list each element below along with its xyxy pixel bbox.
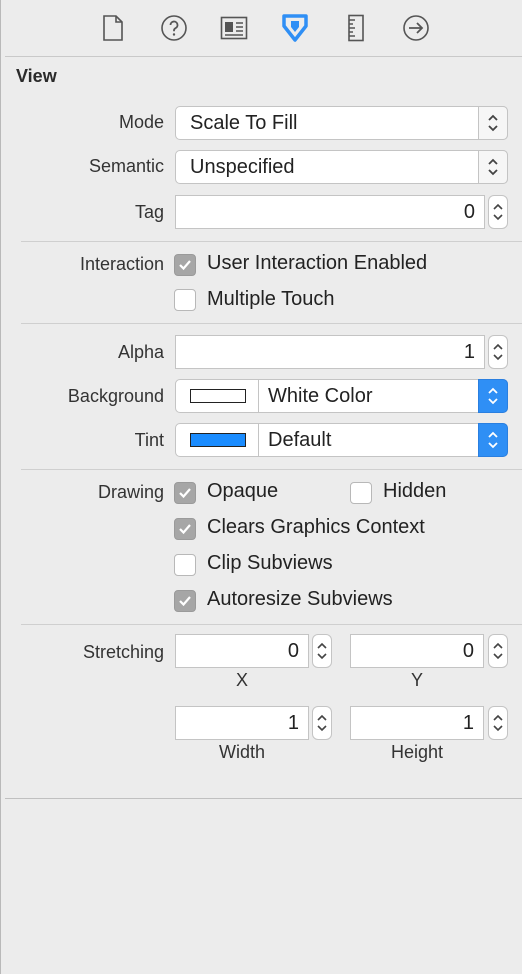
chevron-updown-icon bbox=[478, 106, 508, 140]
stretching-width-label: Width bbox=[218, 742, 265, 762]
user-interaction-checkbox[interactable] bbox=[174, 254, 196, 276]
identity-icon[interactable] bbox=[219, 12, 249, 44]
interaction-label: Interaction bbox=[79, 254, 164, 274]
stretching-height-stepper[interactable] bbox=[488, 706, 508, 740]
mode-value: Scale To Fill bbox=[190, 112, 298, 134]
inspector-panel: View Mode Scale To Fill Semantic Unspeci… bbox=[0, 0, 522, 974]
divider bbox=[5, 798, 522, 799]
connections-icon[interactable] bbox=[401, 12, 431, 44]
stretching-x-field[interactable]: 0 bbox=[175, 634, 309, 668]
clears-graphics-label: Clears Graphics Context bbox=[207, 516, 425, 538]
alpha-stepper[interactable] bbox=[488, 335, 508, 369]
stretching-x-label: X bbox=[235, 670, 248, 690]
opaque-label: Opaque bbox=[207, 480, 279, 502]
semantic-popup[interactable]: Unspecified bbox=[175, 150, 508, 184]
size-icon[interactable] bbox=[341, 12, 371, 44]
chevron-updown-icon bbox=[478, 423, 508, 457]
mode-label: Mode bbox=[118, 112, 164, 132]
multiple-touch-label: Multiple Touch bbox=[207, 288, 335, 310]
clears-graphics-checkbox[interactable] bbox=[174, 518, 196, 540]
stretching-x-stepper[interactable] bbox=[312, 634, 332, 668]
mode-popup[interactable]: Scale To Fill bbox=[175, 106, 508, 140]
background-popup[interactable]: White Color bbox=[175, 379, 508, 413]
semantic-label: Semantic bbox=[88, 156, 164, 176]
divider bbox=[21, 624, 522, 625]
help-icon[interactable] bbox=[159, 12, 189, 44]
tint-value: Default bbox=[268, 429, 332, 451]
semantic-value: Unspecified bbox=[190, 156, 295, 178]
clip-subviews-checkbox[interactable] bbox=[174, 554, 196, 576]
stretching-height-label: Height bbox=[390, 742, 444, 762]
multiple-touch-checkbox[interactable] bbox=[174, 289, 196, 311]
divider bbox=[258, 423, 259, 457]
tint-color-swatch[interactable] bbox=[190, 433, 246, 447]
drawing-label: Drawing bbox=[97, 482, 164, 502]
chevron-updown-icon bbox=[478, 150, 508, 184]
background-label: Background bbox=[67, 386, 164, 406]
stretching-height-field[interactable]: 1 bbox=[350, 706, 484, 740]
alpha-label: Alpha bbox=[117, 342, 164, 362]
attributes-icon[interactable] bbox=[280, 12, 310, 44]
stretching-y-field[interactable]: 0 bbox=[350, 634, 484, 668]
clip-subviews-label: Clip Subviews bbox=[207, 552, 333, 574]
divider bbox=[21, 241, 522, 242]
background-value: White Color bbox=[268, 385, 373, 407]
stretching-y-label: Y bbox=[410, 670, 423, 690]
tint-label: Tint bbox=[134, 430, 164, 450]
divider bbox=[21, 323, 522, 324]
tag-field[interactable]: 0 bbox=[175, 195, 485, 229]
divider bbox=[258, 379, 259, 413]
opaque-checkbox[interactable] bbox=[174, 482, 196, 504]
tag-label: Tag bbox=[134, 202, 164, 222]
section-title-view: View bbox=[16, 66, 57, 86]
hidden-checkbox[interactable] bbox=[350, 482, 372, 504]
divider bbox=[21, 469, 522, 470]
background-color-swatch[interactable] bbox=[190, 389, 246, 403]
tint-popup[interactable]: Default bbox=[175, 423, 508, 457]
stretching-width-stepper[interactable] bbox=[312, 706, 332, 740]
alpha-field[interactable]: 1 bbox=[175, 335, 485, 369]
stretching-y-stepper[interactable] bbox=[488, 634, 508, 668]
inspector-toolbar bbox=[5, 0, 522, 57]
file-icon[interactable] bbox=[98, 12, 128, 44]
hidden-label: Hidden bbox=[383, 480, 447, 502]
autoresize-subviews-checkbox[interactable] bbox=[174, 590, 196, 612]
chevron-updown-icon bbox=[478, 379, 508, 413]
stretching-width-field[interactable]: 1 bbox=[175, 706, 309, 740]
user-interaction-label: User Interaction Enabled bbox=[207, 252, 428, 274]
autoresize-subviews-label: Autoresize Subviews bbox=[207, 588, 393, 610]
tag-stepper[interactable] bbox=[488, 195, 508, 229]
stretching-label: Stretching bbox=[82, 642, 164, 662]
